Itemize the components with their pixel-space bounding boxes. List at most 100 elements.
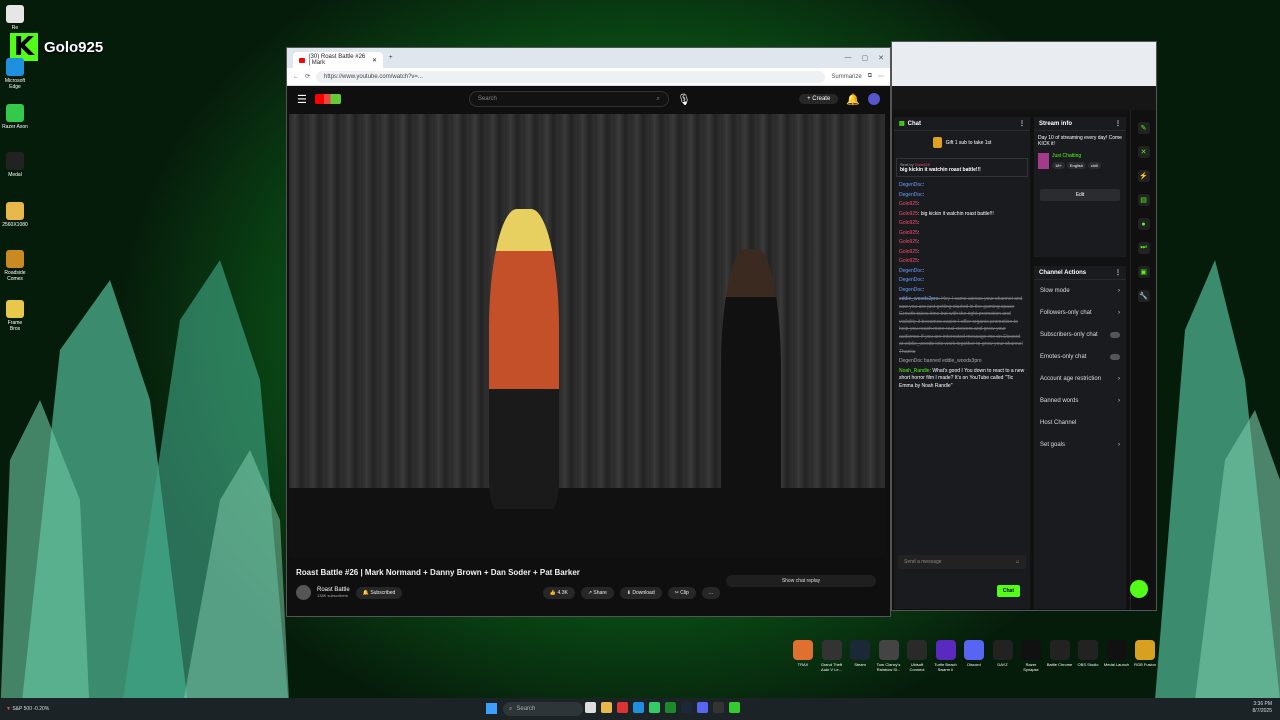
toggle-switch[interactable] — [1110, 354, 1120, 360]
weather-widget[interactable]: ▼ S&P 500 -0.20% — [6, 706, 49, 712]
doc-icon[interactable]: ▤ — [1137, 194, 1150, 206]
category-name[interactable]: Just Chatting — [1052, 153, 1101, 159]
dock-app-icon[interactable]: Discord — [961, 640, 987, 667]
desktop-icon[interactable]: Roadside Comes — [2, 250, 28, 282]
stream-info-menu-icon[interactable]: ⋮ — [1115, 120, 1121, 127]
pencil-icon[interactable]: ✎ — [1137, 122, 1150, 134]
shield-icon[interactable] — [617, 702, 628, 713]
spam-user[interactable]: eddie_woods3pro — [899, 296, 938, 302]
edit-button[interactable]: Edit — [1040, 189, 1120, 201]
chat-send-button[interactable]: Chat — [996, 585, 1020, 597]
tab-close-icon[interactable]: ✕ — [372, 57, 377, 64]
emote-icon[interactable]: ☺ — [1015, 559, 1020, 565]
video-player[interactable] — [289, 114, 885, 558]
new-tab-icon[interactable]: + — [389, 55, 393, 61]
skip-icon[interactable]: ⏭ — [1137, 242, 1150, 254]
share-button[interactable]: ↗ Share — [580, 586, 614, 599]
mic-icon[interactable]: 🎙 — [677, 93, 691, 106]
stream-tag[interactable]: English — [1066, 162, 1086, 169]
channel-avatar[interactable] — [296, 585, 311, 600]
start-icon[interactable] — [486, 703, 497, 714]
discord-icon[interactable] — [697, 702, 708, 713]
back-icon[interactable]: ← — [293, 74, 299, 80]
search-icon[interactable]: ⌕ — [657, 96, 660, 103]
desktop-icon[interactable]: 2560X1080 — [2, 202, 28, 228]
chat-username[interactable]: Golo925 — [899, 201, 918, 207]
toggle-switch[interactable] — [1110, 332, 1120, 338]
noah-user[interactable]: Noah_Randle — [899, 368, 930, 374]
extensions-icon[interactable]: ⧉ — [868, 73, 872, 80]
dock-app-icon[interactable]: DAYZ — [990, 640, 1016, 667]
url-field[interactable]: https://www.youtube.com/watch?v=... — [316, 70, 826, 83]
desktop-icon[interactable]: Microsoft Edge — [2, 58, 28, 90]
reload-icon[interactable]: ⟳ — [305, 73, 310, 80]
chat-username[interactable]: Golo925 — [899, 230, 918, 236]
chat-username[interactable]: Golo925 — [899, 211, 918, 217]
chat-username[interactable]: DegenDoc — [899, 287, 923, 293]
explorer-icon[interactable] — [601, 702, 612, 713]
dock-app-icon[interactable]: OBS Studio — [1075, 640, 1101, 667]
steam-icon[interactable] — [681, 702, 692, 713]
xbox-icon[interactable] — [665, 702, 676, 713]
dock-app-icon[interactable]: Turtle Beach Swarm II — [933, 640, 959, 672]
show-chat-replay-button[interactable]: Show chat replay — [726, 575, 876, 587]
obs-icon[interactable] — [713, 702, 724, 713]
desktop-icon[interactable]: Re — [2, 5, 28, 31]
chat-username[interactable]: Golo925 — [899, 249, 918, 255]
desktop-icon[interactable]: Medal — [2, 152, 28, 178]
chat-username[interactable]: DegenDoc — [899, 192, 923, 198]
close-mod-icon[interactable]: ✕ — [1137, 146, 1150, 158]
download-button[interactable]: ⬇ Download — [619, 586, 662, 599]
chat-bubble-icon[interactable]: ● — [1137, 218, 1150, 230]
chat-username[interactable]: DegenDoc — [899, 277, 923, 283]
chat-username[interactable]: Golo925 — [899, 239, 918, 245]
create-button[interactable]: + Create — [799, 94, 839, 104]
channel-action[interactable]: Account age restriction › — [1034, 368, 1126, 390]
channel-actions-menu-icon[interactable]: ⋮ — [1115, 269, 1121, 276]
youtube-logo-icon[interactable] — [314, 94, 341, 104]
dock-app-icon[interactable]: TRAX — [790, 640, 816, 667]
search-input[interactable]: Search ⌕ — [468, 91, 669, 107]
browser-tab[interactable]: (30) Roast Battle #26 | Mark ✕ — [293, 52, 383, 68]
edge-icon[interactable] — [633, 702, 644, 713]
more-actions-button[interactable]: ... — [701, 586, 720, 599]
kick-float-button[interactable] — [1130, 580, 1148, 598]
slot-icon[interactable]: ▣ — [1137, 266, 1150, 278]
chat-username[interactable]: Golo925 — [899, 258, 918, 264]
dock-app-icon[interactable]: Steam — [847, 640, 873, 667]
channel-action[interactable]: Followers-only chat › — [1034, 302, 1126, 324]
like-button[interactable]: 👍 4.3K — [542, 586, 575, 599]
subscribed-button[interactable]: 🔔 Subscribed — [355, 586, 403, 599]
dock-app-icon[interactable]: Razer Synapse — [1018, 640, 1044, 672]
wrench-icon[interactable]: 🔧 — [1137, 290, 1150, 302]
system-tray-clock[interactable]: 3:36 PM 8/7/2025 — [1253, 701, 1272, 715]
channel-action[interactable]: Set goals › — [1034, 434, 1126, 456]
minimize-icon[interactable]: — — [845, 54, 852, 62]
gift-sub-banner[interactable]: Gift 1 sub to take 1st — [894, 131, 1030, 154]
dock-app-icon[interactable]: Medal Launch — [1104, 640, 1130, 667]
chat-username[interactable]: Golo925 — [899, 220, 918, 226]
desktop-icon[interactable]: Frame Bros — [2, 300, 28, 332]
channel-action[interactable]: Host Channel — [1034, 412, 1126, 434]
taskview-icon[interactable] — [585, 702, 596, 713]
summarize-button[interactable]: Summarize — [831, 74, 861, 80]
channel-action[interactable]: Slow mode › — [1034, 280, 1126, 302]
channel-action[interactable]: Subscribers-only chat — [1034, 324, 1126, 346]
taskbar-search[interactable]: ⌕ Search — [503, 702, 583, 716]
chat-username[interactable]: DegenDoc — [899, 268, 923, 274]
dock-app-icon[interactable]: Tom Clancy's Rainbow Si... — [876, 640, 902, 672]
stream-tag[interactable]: 18+ — [1052, 162, 1065, 169]
menu-icon[interactable]: ⋯ — [878, 73, 884, 80]
dock-app-icon[interactable]: Ubisoft Connect — [904, 640, 930, 672]
dock-app-icon[interactable]: Grand Theft Auto V Le... — [819, 640, 845, 672]
razer-icon[interactable] — [729, 702, 740, 713]
hamburger-icon[interactable]: ☰ — [297, 93, 307, 106]
chat-menu-icon[interactable]: ⋮ — [1019, 120, 1025, 127]
chat-username[interactable]: DegenDoc — [899, 182, 923, 188]
notifications-icon[interactable]: 🔔 — [846, 93, 860, 106]
desktop-icon[interactable]: Razer Axon — [2, 104, 28, 130]
send-message-input[interactable]: Send a message ☺ — [898, 555, 1026, 569]
stream-tag[interactable]: chill — [1087, 162, 1101, 169]
clip-button[interactable]: ✂ Clip — [667, 586, 696, 599]
flash-icon[interactable]: ⚡ — [1137, 170, 1150, 182]
